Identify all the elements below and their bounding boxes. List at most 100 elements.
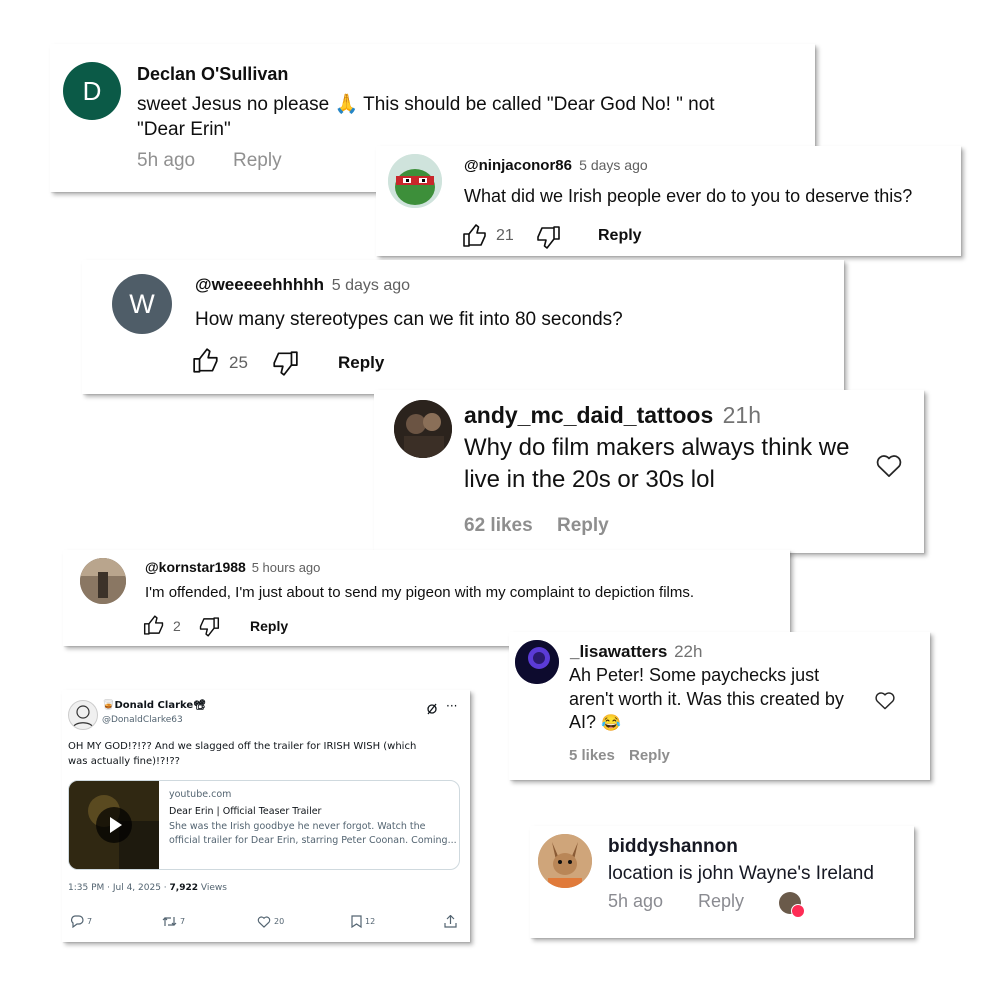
share-icon xyxy=(444,915,457,928)
like-button[interactable] xyxy=(143,615,165,636)
thumbs-up-icon xyxy=(463,224,486,247)
comment-card-biddyshannon: biddyshannon location is john Wayne's Ir… xyxy=(530,826,914,938)
play-button[interactable] xyxy=(96,807,132,843)
tweet-timestamp[interactable]: 1:35 PM · Jul 4, 2025 · xyxy=(68,883,167,893)
avatar[interactable]: W xyxy=(112,274,172,334)
turtle-avatar-icon xyxy=(388,154,442,208)
comment-text-line1: Why do film makers always think we xyxy=(464,434,850,461)
retweet-action[interactable]: 7 xyxy=(162,915,185,928)
heart-icon xyxy=(876,455,902,477)
thumbs-down-icon xyxy=(537,226,560,249)
avatar[interactable] xyxy=(80,558,126,604)
tweet-author[interactable]: 🥃Donald Clarke📽 xyxy=(102,700,206,711)
avatar-letter: W xyxy=(129,288,155,319)
comment-text-line2: "Dear Erin" xyxy=(137,119,231,140)
avatar[interactable] xyxy=(515,640,559,684)
reply-button[interactable]: Reply xyxy=(233,150,282,172)
comment-card-andy: andy_mc_daid_tattoos 21h Why do film mak… xyxy=(374,390,924,553)
comment-text-line3: AI? 😂 xyxy=(569,712,621,733)
link-preview-card[interactable]: youtube.com Dear Erin | Official Teaser … xyxy=(68,780,460,870)
author-name: _lisawatters xyxy=(570,642,668,661)
tweet-handle[interactable]: @DonaldClarke63 xyxy=(102,715,183,725)
avatar[interactable] xyxy=(68,700,98,730)
comment-text-part1: sweet Jesus no please xyxy=(137,94,330,115)
reply-button[interactable]: Reply xyxy=(698,891,744,912)
comment-author[interactable]: _lisawatters 22h xyxy=(570,642,702,662)
view-count: 7,922 xyxy=(169,883,198,893)
bookmark-action[interactable]: 12 xyxy=(351,915,375,928)
thumbs-up-icon xyxy=(193,348,218,373)
comment-text: location is john Wayne's Ireland xyxy=(608,863,874,884)
grok-icon-svg xyxy=(427,703,437,715)
heart-icon xyxy=(257,916,271,928)
reply-button[interactable]: Reply xyxy=(338,353,384,373)
heart-icon xyxy=(875,692,895,710)
link-description-line1: She was the Irish goodbye he never forgo… xyxy=(169,821,426,832)
tweet-meta: 1:35 PM · Jul 4, 2025 · 7,922 Views xyxy=(68,883,227,893)
comment-author[interactable]: biddyshannon xyxy=(608,836,738,858)
comment-text-line2: aren't worth it. Was this created by xyxy=(569,689,844,709)
comment-text: I'm offended, I'm just about to send my … xyxy=(145,584,695,601)
reply-button[interactable]: Reply xyxy=(629,747,670,764)
more-options-icon[interactable]: ··· xyxy=(446,699,457,713)
video-thumbnail[interactable] xyxy=(69,781,159,869)
bookmark-count: 12 xyxy=(365,917,376,926)
comment-card-weeeee: W @weeeeehhhhh 5 days ago How many stere… xyxy=(82,260,844,394)
avatar[interactable]: D xyxy=(63,62,121,120)
thumbs-down-icon xyxy=(199,617,220,637)
heart-like-button[interactable] xyxy=(874,690,896,710)
tweet-card: 🥃Donald Clarke📽 @DonaldClarke63 ··· OH M… xyxy=(62,690,470,942)
link-title: Dear Erin | Official Teaser Trailer xyxy=(169,806,322,817)
dislike-button[interactable] xyxy=(198,616,220,637)
like-count: 25 xyxy=(229,353,248,372)
thumbs-down-icon xyxy=(273,351,298,376)
retweet-count: 7 xyxy=(180,917,186,926)
comment-timestamp: 5 days ago xyxy=(579,157,648,173)
comment-author[interactable]: Declan O'Sullivan xyxy=(137,64,288,85)
comment-author[interactable]: andy_mc_daid_tattoos 21h xyxy=(464,402,761,429)
like-count: 21 xyxy=(496,227,514,244)
heart-badge-icon xyxy=(791,904,805,918)
comment-card-ninjaconor: @ninjaconor86 5 days ago What did we Iri… xyxy=(376,146,961,256)
comment-author[interactable]: @ninjaconor86 5 days ago xyxy=(464,157,648,174)
dislike-button[interactable] xyxy=(535,225,561,249)
comment-author[interactable]: @weeeeehhhhh 5 days ago xyxy=(195,275,410,295)
like-action[interactable]: 20 xyxy=(257,915,284,928)
dog-avatar-icon xyxy=(538,834,592,888)
reply-button[interactable]: Reply xyxy=(250,618,288,634)
like-count: 62 likes xyxy=(464,515,533,536)
comment-timestamp: 5 days ago xyxy=(331,277,411,294)
like-count: 20 xyxy=(274,917,285,926)
retweet-icon xyxy=(162,917,177,926)
author-name: Donald Clarke xyxy=(114,700,194,711)
like-button[interactable] xyxy=(462,224,488,248)
comment-text-line1: Ah Peter! Some paychecks just xyxy=(569,665,820,685)
grok-icon[interactable] xyxy=(426,703,438,715)
author-name: @weeeeehhhhh xyxy=(195,275,324,294)
avatar[interactable] xyxy=(538,834,592,888)
comment-author[interactable]: @kornstar1988 5 hours ago xyxy=(145,559,320,575)
avatar[interactable] xyxy=(394,400,452,458)
heart-like-button[interactable] xyxy=(875,452,903,478)
reply-button[interactable]: Reply xyxy=(598,227,642,245)
tweet-text-line2: was actually fine)!?!?? xyxy=(68,756,180,767)
share-action[interactable] xyxy=(444,915,457,928)
comment-text: sweet Jesus no please 🙏 This should be c… xyxy=(137,92,715,116)
comment-text: What did we Irish people ever do to you … xyxy=(464,186,913,206)
comment-timestamp: 5 hours ago xyxy=(251,560,321,575)
comment-timestamp: 5h ago xyxy=(608,891,664,911)
link-description-line2: official trailer for Dear Erin, starring… xyxy=(169,835,457,846)
reply-button[interactable]: Reply xyxy=(557,515,609,537)
creator-liked-avatar xyxy=(779,892,805,918)
like-button[interactable] xyxy=(192,348,220,374)
dislike-button[interactable] xyxy=(271,350,299,376)
comment-timestamp: 5h ago xyxy=(137,150,196,171)
camera-emoji-icon: 📽 xyxy=(193,700,206,711)
reply-action[interactable]: 7 xyxy=(70,915,92,928)
like-count: 5 likes xyxy=(569,747,615,764)
thumbs-up-icon xyxy=(143,615,164,635)
avatar[interactable] xyxy=(388,154,442,208)
link-domain: youtube.com xyxy=(169,789,232,800)
reply-count: 7 xyxy=(87,917,93,926)
tweet-text-line1: OH MY GOD!?!?? And we slagged off the tr… xyxy=(68,741,417,752)
